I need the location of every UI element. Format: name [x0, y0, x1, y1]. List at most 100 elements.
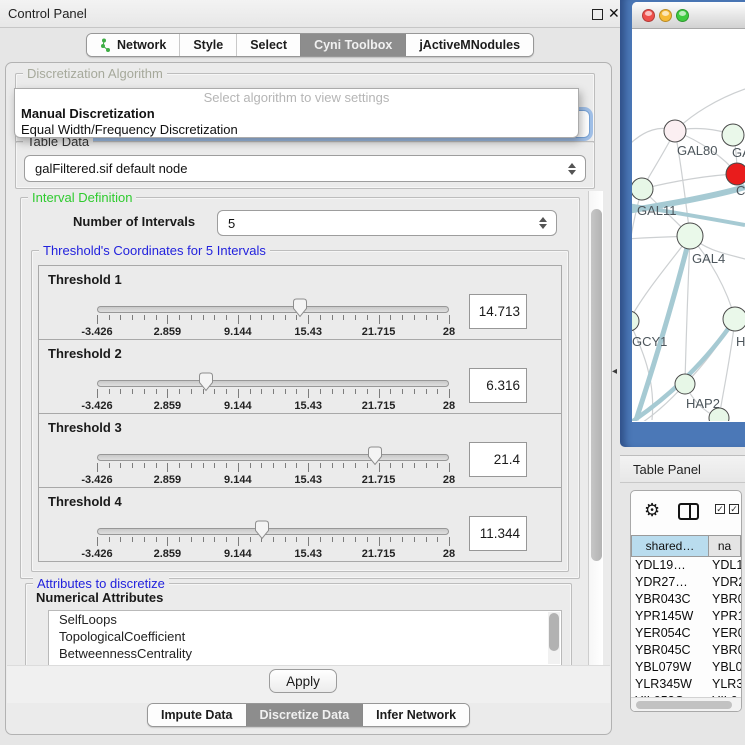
cell-name[interactable]: YDL1	[709, 557, 741, 574]
threshold-value-field[interactable]: 14.713	[469, 294, 527, 329]
scrollbar-thumb[interactable]	[636, 701, 732, 709]
cell-name[interactable]: YLR3	[709, 676, 741, 693]
threshold-slider[interactable]	[97, 266, 449, 341]
table-horizontal-scrollbar[interactable]	[631, 697, 741, 711]
tab-label: Network	[117, 38, 166, 52]
threshold-slider[interactable]	[97, 488, 449, 563]
settings-vertical-scrollbar[interactable]	[588, 191, 603, 669]
threshold-value-field[interactable]: 11.344	[469, 516, 527, 551]
tab-style[interactable]: Style	[179, 34, 236, 56]
minimize-traffic-light-icon[interactable]	[659, 9, 672, 22]
slider-thumb[interactable]	[254, 520, 270, 540]
checkbox-icon[interactable]: ✓	[729, 504, 739, 514]
cell-name[interactable]: YBR0	[709, 591, 741, 608]
spinner-arrows-icon	[568, 163, 576, 175]
network-edge[interactable]	[642, 174, 737, 189]
column-header-name[interactable]: na	[709, 535, 741, 557]
cell-shared-name[interactable]: YDL19…	[631, 557, 709, 574]
dropdown-option-equal-width[interactable]: Equal Width/Frequency Discretization	[15, 122, 578, 138]
threshold-panel: Threshold 4-3.4262.8599.14415.4321.71528…	[38, 487, 562, 562]
network-node[interactable]	[632, 311, 639, 331]
cell-name[interactable]: YER0	[709, 625, 741, 642]
tab-network[interactable]: Network	[87, 34, 179, 56]
threshold-slider[interactable]	[97, 414, 449, 489]
tab-cyni-toolbox[interactable]: Cyni Toolbox	[300, 34, 405, 56]
network-node[interactable]	[723, 307, 745, 331]
slider-track[interactable]	[97, 454, 449, 461]
split-columns-icon[interactable]	[678, 503, 699, 520]
network-node[interactable]	[664, 120, 686, 142]
cell-shared-name[interactable]: YBR043C	[631, 591, 709, 608]
cell-name[interactable]: YBL0	[709, 659, 741, 676]
slider-thumb[interactable]	[198, 372, 214, 392]
table-data-combobox[interactable]: galFiltered.sif default node	[24, 155, 586, 182]
screen: Control Panel ✕ Network Style Select Cyn…	[0, 0, 745, 745]
network-nodes-icon	[100, 38, 112, 52]
close-traffic-light-icon[interactable]	[642, 9, 655, 22]
network-node[interactable]	[632, 178, 653, 200]
dropdown-option-manual[interactable]: Manual Discretization	[15, 106, 578, 122]
tab-infer-network[interactable]: Infer Network	[362, 704, 469, 726]
attributes-scrollbar[interactable]	[548, 612, 560, 664]
table-row[interactable]: YBL079WYBL0	[631, 659, 741, 676]
cell-shared-name[interactable]: YDR27…	[631, 574, 709, 591]
tab-jactivemnodules[interactable]: jActiveMNodules	[405, 34, 533, 56]
network-edge[interactable]	[690, 236, 735, 319]
table-rows: YDL19…YDL1YDR27…YDR2YBR043CYBR0YPR145WYP…	[631, 557, 741, 698]
number-of-intervals-combobox[interactable]: 5	[217, 210, 557, 236]
cell-shared-name[interactable]: YPR145W	[631, 608, 709, 625]
column-header-shared[interactable]: shared…	[631, 535, 709, 557]
threshold-slider[interactable]	[97, 340, 449, 415]
float-window-icon[interactable]	[592, 9, 603, 20]
table-row[interactable]: YBR045CYBR0	[631, 642, 741, 659]
network-node[interactable]	[726, 163, 745, 185]
table-toolbar: ⚙ ✓ ✓	[631, 491, 741, 534]
cell-name[interactable]: YBR0	[709, 642, 741, 659]
scrollbar-thumb[interactable]	[591, 209, 602, 561]
tab-discretize-data[interactable]: Discretize Data	[246, 704, 363, 726]
attribute-item[interactable]: BetweennessCentrality	[49, 645, 561, 662]
network-canvas[interactable]: GAL80GACGAL11GAL4GCY1HHAP2	[632, 29, 745, 421]
threshold-panel: Threshold 2-3.4262.8599.14415.4321.71528…	[38, 339, 562, 414]
gear-icon[interactable]: ⚙	[644, 500, 660, 521]
network-node[interactable]	[675, 374, 695, 394]
slider-track[interactable]	[97, 528, 449, 535]
zoom-traffic-light-icon[interactable]	[676, 9, 689, 22]
bottom-tabbar: Impute Data Discretize Data Infer Networ…	[6, 703, 611, 727]
cell-shared-name[interactable]: YBL079W	[631, 659, 709, 676]
cell-name[interactable]: YPR1	[709, 608, 741, 625]
threshold-value-field[interactable]: 21.4	[469, 442, 527, 477]
cell-shared-name[interactable]: YER054C	[631, 625, 709, 642]
group-title: Threshold's Coordinates for 5 Intervals	[39, 243, 270, 258]
table-row[interactable]: YBR043CYBR0	[631, 591, 741, 608]
attribute-item[interactable]: TopologicalCoefficient	[49, 628, 561, 645]
table-row[interactable]: YLR345WYLR3	[631, 676, 741, 693]
slider-track[interactable]	[97, 306, 449, 313]
network-window-titlebar[interactable]	[632, 2, 745, 29]
table-row[interactable]: YDR27…YDR2	[631, 574, 741, 591]
network-node[interactable]	[677, 223, 703, 249]
close-icon[interactable]: ✕	[608, 5, 620, 22]
network-node[interactable]	[722, 124, 744, 146]
table-data-value: galFiltered.sif default node	[35, 161, 187, 176]
table-row[interactable]: YER054CYER0	[631, 625, 741, 642]
control-panel-titlebar: Control Panel ✕	[0, 0, 620, 28]
table-row[interactable]: YDL19…YDL1	[631, 557, 741, 574]
slider-track[interactable]	[97, 380, 449, 387]
tab-select[interactable]: Select	[236, 34, 300, 56]
slider-thumb[interactable]	[367, 446, 383, 466]
cell-name[interactable]: YDR2	[709, 574, 741, 591]
threshold-panel: Threshold 1-3.4262.8599.14415.4321.71528…	[38, 265, 562, 340]
numerical-attributes-list[interactable]: SelfLoopsTopologicalCoefficientBetweenne…	[48, 610, 562, 666]
checkbox-icon[interactable]: ✓	[715, 504, 725, 514]
table-row[interactable]: YPR145WYPR1	[631, 608, 741, 625]
slider-thumb[interactable]	[292, 298, 308, 318]
tab-impute-data[interactable]: Impute Data	[148, 704, 246, 726]
cell-shared-name[interactable]: YLR345W	[631, 676, 709, 693]
apply-button[interactable]: Apply	[269, 669, 337, 693]
cell-shared-name[interactable]: YBR045C	[631, 642, 709, 659]
attribute-item[interactable]: SelfLoops	[49, 611, 561, 628]
threshold-value-field[interactable]: 6.316	[469, 368, 527, 403]
scrollbar-thumb[interactable]	[549, 613, 559, 651]
attribute-items: SelfLoopsTopologicalCoefficientBetweenne…	[49, 611, 561, 662]
